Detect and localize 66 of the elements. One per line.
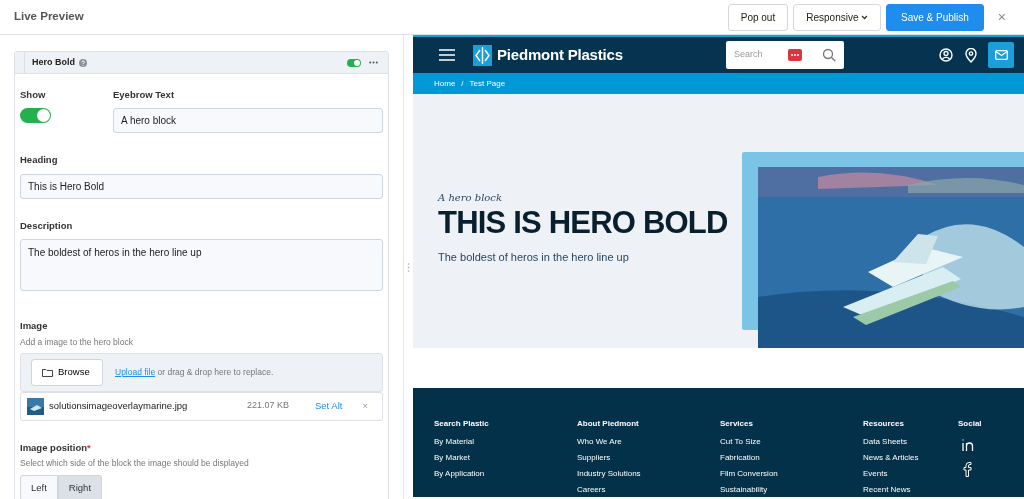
logo-icon <box>473 44 492 66</box>
toggle-switch[interactable] <box>347 58 361 67</box>
field-label: Eyebrow Text <box>113 88 176 102</box>
mail-icon <box>994 50 1008 60</box>
footer-link[interactable]: Recent News <box>863 486 958 494</box>
account-icon[interactable] <box>939 48 953 62</box>
footer-link[interactable]: Who We Are <box>577 438 720 446</box>
brand-name: Piedmont Plastics <box>497 44 623 65</box>
field-label: Show <box>20 88 47 102</box>
footer-link[interactable]: Events <box>863 470 958 478</box>
location-icon[interactable] <box>965 47 977 63</box>
field-label: Image position* <box>20 440 92 455</box>
footer-heading: Services <box>720 418 754 430</box>
help-text: Add a image to the hero block <box>20 335 134 349</box>
footer-link[interactable]: Sustainability <box>720 486 863 494</box>
footer-link[interactable]: Suppliers <box>577 454 720 462</box>
responsive-dropdown[interactable]: Responsive <box>793 3 881 31</box>
footer-link[interactable]: Cut To Size <box>720 438 863 446</box>
field-label: Description <box>20 218 74 233</box>
hero-description: The boldest of heros in the hero line up <box>438 249 630 265</box>
badge-icon <box>788 49 802 61</box>
linkedin-icon[interactable] <box>961 438 975 452</box>
popout-button[interactable]: Pop out <box>727 3 789 31</box>
file-size: 221.07 KB <box>246 399 289 413</box>
text-field[interactable]: A hero block <box>113 108 383 134</box>
set-alt-link[interactable]: Set Alt <box>314 398 343 414</box>
more-icon[interactable] <box>369 61 378 64</box>
grip-icon[interactable] <box>407 262 410 272</box>
folder-icon <box>42 367 53 377</box>
text-area[interactable]: The boldest of heros in the hero line up <box>20 238 383 291</box>
upload-hint: Upload file or drag & drop here to replace. <box>115 366 274 379</box>
caret-icon <box>861 14 868 20</box>
browse-button[interactable]: Browse <box>31 359 103 386</box>
file-name: solutionsimageoverlaymarine.jpg <box>49 398 189 413</box>
footer-heading: Search Plastic <box>434 418 490 430</box>
eyebrow-text: A hero block <box>438 191 504 205</box>
search-placeholder: Search <box>734 48 764 62</box>
text-field[interactable]: This is Hero Bold <box>20 173 383 199</box>
search-icon[interactable] <box>822 48 836 62</box>
footer-heading: Social <box>958 418 983 430</box>
footer-link[interactable]: Fabrication <box>720 454 863 462</box>
footer-link[interactable]: News & Articles <box>863 454 958 462</box>
mail-button[interactable] <box>988 42 1014 68</box>
segment-button[interactable]: Right <box>57 475 103 499</box>
footer-link[interactable]: By Material <box>434 438 577 446</box>
hero-heading: THIS IS HERO BOLD <box>438 205 728 241</box>
page-title: Live Preview <box>14 9 84 25</box>
footer-heading: Resources <box>863 418 905 430</box>
footer-link[interactable]: Data Sheets <box>863 438 958 446</box>
footer-link[interactable]: Film Conversion <box>720 470 863 478</box>
menu-icon[interactable] <box>439 49 455 61</box>
footer-link[interactable]: By Application <box>434 470 577 478</box>
close-button[interactable]: × <box>993 6 1010 28</box>
help-icon <box>79 58 87 67</box>
facebook-icon[interactable] <box>963 462 972 477</box>
field-label: Image <box>20 318 49 333</box>
field-label: Heading <box>20 153 59 168</box>
segment-button[interactable]: Left <box>20 475 58 499</box>
footer-heading: About Piedmont <box>577 418 640 430</box>
breadcrumb-separator: / <box>461 77 464 90</box>
help-text: Select which side of the block the image should be displayed <box>20 457 250 470</box>
footer-link[interactable]: Careers <box>577 486 720 494</box>
footer-link[interactable]: By Market <box>434 454 577 462</box>
block-title: Hero Bold <box>32 55 75 69</box>
footer-link[interactable]: Industry Solutions <box>577 470 720 478</box>
toggle-switch[interactable] <box>20 108 51 124</box>
